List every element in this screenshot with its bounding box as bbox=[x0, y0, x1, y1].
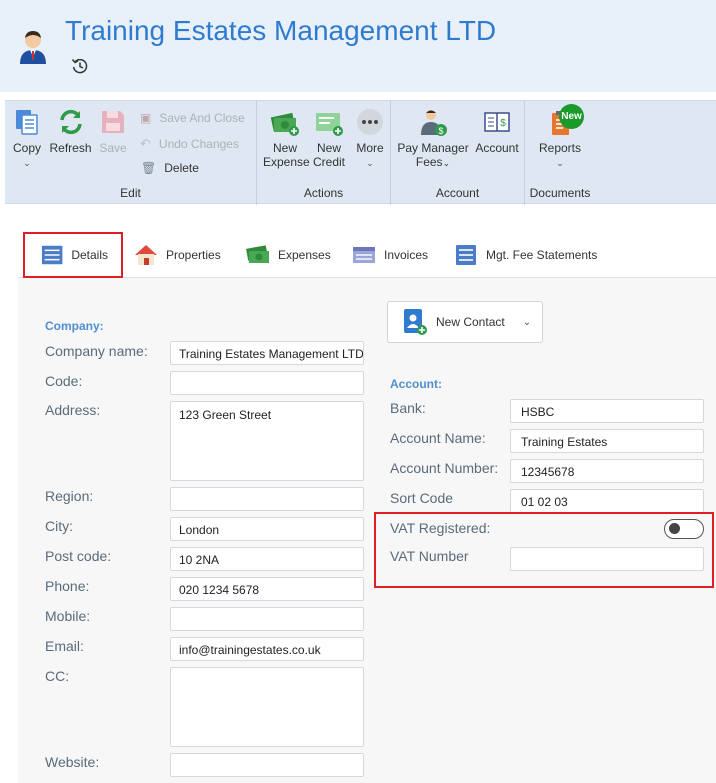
tab-invoices[interactable]: Invoices bbox=[352, 232, 428, 278]
copy-button[interactable]: Copy ⌄ bbox=[11, 107, 43, 170]
sort-code-label: Sort Code bbox=[390, 490, 454, 506]
sort-code-field[interactable]: 01 02 03 bbox=[510, 489, 704, 513]
account-button[interactable]: $ Account bbox=[473, 107, 521, 155]
refresh-icon bbox=[59, 109, 82, 135]
ribbon-group-account: $ Pay Manager Fees⌄ $ Account Account bbox=[391, 101, 525, 205]
city-label: City: bbox=[45, 518, 73, 534]
pay-manager-fees-button[interactable]: $ Pay Manager Fees⌄ bbox=[397, 107, 469, 170]
invoice-icon bbox=[353, 247, 375, 263]
post-code-field[interactable]: 10 2NA bbox=[170, 547, 364, 571]
new-badge: New bbox=[559, 104, 584, 129]
bank-label: Bank: bbox=[390, 400, 426, 416]
refresh-button[interactable]: Refresh bbox=[48, 107, 93, 155]
chevron-down-icon: ⌄ bbox=[23, 158, 31, 168]
company-name-label: Company name: bbox=[45, 343, 148, 359]
email-field[interactable]: info@trainingestates.co.uk bbox=[170, 637, 364, 661]
address-field[interactable]: 123 Green Street bbox=[170, 401, 364, 481]
vat-number-label: VAT Number bbox=[390, 548, 469, 564]
more-button[interactable]: More ⌄ bbox=[355, 107, 385, 170]
toggle-knob bbox=[669, 523, 680, 534]
website-field[interactable] bbox=[170, 753, 364, 777]
bank-field[interactable]: HSBC bbox=[510, 399, 704, 423]
address-label: Address: bbox=[45, 402, 101, 418]
chevron-down-icon: ⌄ bbox=[522, 316, 532, 328]
manager-fees-icon: $ bbox=[421, 110, 447, 136]
cc-label: CC: bbox=[45, 668, 70, 684]
delete-button[interactable]: 🗑 Delete bbox=[141, 161, 199, 175]
mobile-field[interactable] bbox=[170, 607, 364, 631]
copy-icon bbox=[16, 110, 38, 135]
account-section-title: Account: bbox=[390, 377, 442, 391]
region-label: Region: bbox=[45, 488, 94, 504]
account-number-label: Account Number: bbox=[390, 460, 499, 476]
city-field[interactable]: London bbox=[170, 517, 364, 541]
house-icon bbox=[135, 245, 157, 265]
page-title: Training Estates Management LTD bbox=[65, 15, 497, 46]
money-icon bbox=[270, 112, 299, 136]
details-list-icon bbox=[41, 245, 63, 265]
undo-icon: ↶ bbox=[140, 136, 151, 151]
company-name-field[interactable]: Training Estates Management LTD bbox=[170, 341, 364, 365]
tab-bar: Details Properties Expenses Invoices Mgt… bbox=[18, 232, 716, 278]
tab-properties[interactable]: Properties bbox=[134, 232, 221, 278]
chevron-down-icon: ⌄ bbox=[366, 158, 374, 168]
account-name-label: Account Name: bbox=[390, 430, 486, 446]
account-number-field[interactable]: 12345678 bbox=[510, 459, 704, 483]
more-icon bbox=[357, 109, 383, 135]
person-avatar-icon bbox=[20, 31, 46, 64]
company-section-title: Company: bbox=[45, 319, 104, 333]
tab-details[interactable]: Details bbox=[23, 232, 123, 278]
email-label: Email: bbox=[45, 638, 84, 654]
record-header: Training Estates Management LTD bbox=[0, 0, 716, 92]
ledger-icon: $ bbox=[484, 112, 510, 132]
new-expense-button[interactable]: New Expense bbox=[263, 107, 310, 169]
contact-book-icon bbox=[404, 309, 427, 335]
save-and-close-button[interactable]: ▣ Save And Close bbox=[140, 111, 245, 125]
save-icon bbox=[102, 111, 124, 133]
credit-icon bbox=[316, 113, 343, 136]
account-name-field[interactable]: Training Estates bbox=[510, 429, 704, 453]
chevron-down-icon: ⌄ bbox=[556, 158, 564, 168]
statement-icon bbox=[456, 245, 476, 265]
website-label: Website: bbox=[45, 754, 100, 770]
new-credit-button[interactable]: New Credit bbox=[310, 107, 348, 169]
tab-mgt-fee-statements[interactable]: Mgt. Fee Statements bbox=[454, 232, 597, 278]
vat-registered-toggle[interactable] bbox=[664, 519, 704, 539]
code-field[interactable] bbox=[170, 371, 364, 395]
save-close-icon: ▣ bbox=[140, 111, 152, 125]
phone-label: Phone: bbox=[45, 578, 90, 594]
cc-field[interactable] bbox=[170, 667, 364, 747]
history-icon[interactable] bbox=[71, 57, 89, 75]
region-field[interactable] bbox=[170, 487, 364, 511]
save-button[interactable]: Save bbox=[98, 107, 128, 155]
ribbon-group-actions: New Expense New Credit More ⌄ Actions bbox=[257, 101, 391, 205]
ribbon-group-edit: Copy ⌄ Refresh Save ▣ Save And Close ↶ U… bbox=[5, 101, 257, 205]
chevron-down-icon: ⌄ bbox=[442, 158, 451, 168]
new-contact-button[interactable]: New Contact ⌄ bbox=[387, 301, 543, 343]
trash-icon: 🗑 bbox=[141, 161, 157, 175]
post-code-label: Post code: bbox=[45, 548, 112, 564]
ribbon-toolbar: Copy ⌄ Refresh Save ▣ Save And Close ↶ U… bbox=[5, 100, 716, 205]
code-label: Code: bbox=[45, 373, 83, 389]
mobile-label: Mobile: bbox=[45, 608, 91, 624]
svg-text:$: $ bbox=[500, 118, 506, 129]
money-icon bbox=[246, 245, 269, 263]
ribbon-group-documents: Reports ⌄ New Documents bbox=[525, 101, 595, 205]
vat-number-field[interactable] bbox=[510, 547, 704, 571]
phone-field[interactable]: 020 1234 5678 bbox=[170, 577, 364, 601]
svg-text:$: $ bbox=[438, 126, 443, 136]
tab-expenses[interactable]: Expenses bbox=[246, 232, 331, 278]
vat-registered-label: VAT Registered: bbox=[390, 520, 491, 536]
undo-changes-button[interactable]: ↶ Undo Changes bbox=[140, 136, 239, 152]
